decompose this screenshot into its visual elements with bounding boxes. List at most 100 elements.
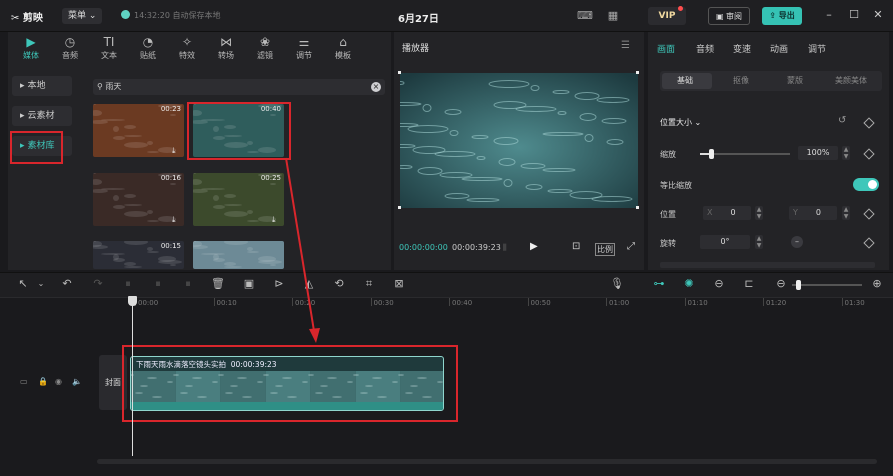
- keyboard-icon[interactable]: ⌨: [574, 8, 596, 24]
- ruler-label: 00:10: [216, 299, 237, 307]
- tab-2[interactable]: TI 文本: [91, 34, 127, 64]
- rotate-stepper[interactable]: ▲ ▼: [755, 235, 763, 249]
- zoom-in-icon[interactable]: ⊕: [870, 277, 884, 291]
- review-button[interactable]: ▣ 审阅: [708, 7, 750, 25]
- vip-button[interactable]: VIP: [648, 6, 686, 25]
- main-track-magnet-icon[interactable]: ⊶: [652, 277, 666, 291]
- zoom-slider[interactable]: [792, 280, 862, 290]
- props-tab-3[interactable]: 动画: [770, 42, 788, 55]
- crop-icon[interactable]: ⌗: [362, 277, 376, 291]
- left-nav-label: 云素材: [27, 111, 55, 121]
- download-icon[interactable]: ⤓: [272, 215, 281, 224]
- position-x-input[interactable]: X0: [703, 206, 751, 220]
- split-left-icon[interactable]: ⏸: [151, 277, 165, 291]
- clear-search-icon[interactable]: ×: [371, 82, 381, 92]
- reverse-icon[interactable]: ⊳: [272, 277, 286, 291]
- reset-icon[interactable]: ↺: [838, 115, 846, 126]
- freeze-icon[interactable]: ▣: [242, 277, 256, 291]
- media-thumbnail[interactable]: 00:23 ⤓: [93, 104, 184, 157]
- scale-label: 缩放: [660, 150, 676, 159]
- project-title[interactable]: 6月27日: [398, 10, 439, 25]
- delete-icon[interactable]: 🗑: [211, 277, 225, 291]
- media-thumbnail[interactable]: [193, 241, 284, 269]
- media-thumbnail[interactable]: 00:16 ⤓: [93, 173, 184, 226]
- uniform-scale-toggle[interactable]: [853, 178, 879, 191]
- props-tab-1[interactable]: 音频: [696, 42, 714, 55]
- chevron-down-icon: ⌄: [88, 11, 97, 21]
- undo-icon[interactable]: ↶: [60, 277, 74, 291]
- rotate-icon[interactable]: ⟲: [332, 277, 346, 291]
- eye-icon[interactable]: ◉: [55, 377, 62, 386]
- tab-5[interactable]: ⋈ 转场: [208, 34, 244, 64]
- split-right-icon[interactable]: ⏸: [181, 277, 195, 291]
- scale-input[interactable]: 100%: [798, 146, 838, 160]
- select-tool-icon[interactable]: ↖: [16, 277, 30, 291]
- close-icon[interactable]: ✕: [871, 8, 885, 22]
- play-icon[interactable]: ▶: [530, 241, 538, 252]
- crop-handle-br[interactable]: [636, 206, 639, 209]
- smart-cut-icon[interactable]: ⊠: [392, 277, 406, 291]
- speaker-icon[interactable]: 🔈: [72, 377, 82, 386]
- left-nav-item-1[interactable]: ▸ 云素材: [12, 106, 72, 126]
- tab-7[interactable]: ⚌ 调节: [286, 34, 322, 64]
- tab-0[interactable]: ▶ 媒体: [13, 34, 49, 64]
- crop-handle-bl[interactable]: [398, 206, 401, 209]
- media-thumbnail[interactable]: 00:15: [93, 241, 184, 269]
- microphone-icon[interactable]: 🎙: [610, 277, 624, 291]
- redo-icon[interactable]: ↷: [91, 277, 105, 291]
- media-thumbnail[interactable]: 00:25 ⤓: [193, 173, 284, 226]
- split-icon[interactable]: ⏸: [121, 277, 135, 291]
- search-input[interactable]: ⚲ 雨天 ×: [93, 79, 385, 95]
- chevron-down-icon[interactable]: ⌄: [34, 277, 48, 291]
- rotate-input[interactable]: 0°: [700, 235, 750, 249]
- menu-button[interactable]: 菜单 ⌄: [62, 8, 102, 24]
- video-preview[interactable]: [400, 73, 638, 208]
- export-button[interactable]: ⇪ 导出: [762, 7, 802, 25]
- ratio-button[interactable]: 比例: [595, 243, 615, 256]
- props-tab-4[interactable]: 调节: [808, 42, 826, 55]
- tab-6[interactable]: ❀ 滤镜: [247, 34, 283, 64]
- rotate-dial-icon[interactable]: –: [791, 236, 803, 248]
- scale-slider[interactable]: [700, 149, 790, 159]
- tab-3[interactable]: ◔ 贴纸: [130, 34, 166, 64]
- props-subtab-0[interactable]: 基础: [677, 75, 693, 86]
- focus-icon[interactable]: ⊡: [572, 241, 580, 252]
- timeline-scrollbar[interactable]: [97, 459, 877, 464]
- zoom-out-icon[interactable]: ⊖: [774, 277, 788, 291]
- left-nav-item-0[interactable]: ▸ 本地: [12, 76, 72, 96]
- layout-icon[interactable]: ▦ ⌄: [602, 8, 624, 38]
- playhead-handle[interactable]: [128, 296, 137, 306]
- scale-stepper[interactable]: ▲ ▼: [842, 146, 850, 160]
- props-subtab-2[interactable]: 蒙版: [787, 75, 803, 86]
- position-y-input[interactable]: Y0: [789, 206, 837, 220]
- auto-snap-icon[interactable]: ✺: [682, 277, 696, 291]
- props-subtab-1[interactable]: 抠像: [733, 75, 749, 86]
- mirror-icon[interactable]: ◭: [302, 277, 316, 291]
- playhead[interactable]: [132, 298, 133, 456]
- download-icon[interactable]: ⤓: [172, 215, 181, 224]
- ruler-label: 00:00: [138, 299, 159, 307]
- menu-icon[interactable]: ☰: [621, 40, 630, 51]
- tab-1[interactable]: ◷ 音频: [52, 34, 88, 64]
- tab-icon: ⌂: [339, 35, 347, 49]
- maximize-icon[interactable]: ☐: [847, 8, 861, 22]
- position-x-stepper[interactable]: ▲ ▼: [755, 206, 763, 220]
- fullscreen-icon[interactable]: ⤢: [627, 241, 635, 252]
- preview-axis-icon[interactable]: ⊏: [742, 277, 756, 291]
- download-icon[interactable]: ⤓: [172, 146, 181, 155]
- minimize-icon[interactable]: –: [822, 8, 836, 22]
- export-icon: ⇪: [769, 11, 779, 20]
- crop-handle-tl[interactable]: [398, 71, 401, 74]
- tab-4[interactable]: ✧ 特效: [169, 34, 205, 64]
- tab-icon: ◷: [64, 35, 76, 49]
- track-video-icon[interactable]: ▭: [20, 377, 28, 386]
- tab-8[interactable]: ⌂ 模板: [325, 34, 361, 64]
- crop-handle-tr[interactable]: [636, 71, 639, 74]
- lock-icon[interactable]: 🔒: [38, 377, 48, 386]
- props-subtab-3[interactable]: 美颜美体: [835, 75, 867, 86]
- section-title[interactable]: 位置大小 ⌄: [660, 117, 701, 128]
- props-tab-0[interactable]: 画面: [657, 42, 675, 55]
- link-icon[interactable]: ⊖: [712, 277, 726, 291]
- position-y-stepper[interactable]: ▲ ▼: [842, 206, 850, 220]
- props-tab-2[interactable]: 变速: [733, 42, 751, 55]
